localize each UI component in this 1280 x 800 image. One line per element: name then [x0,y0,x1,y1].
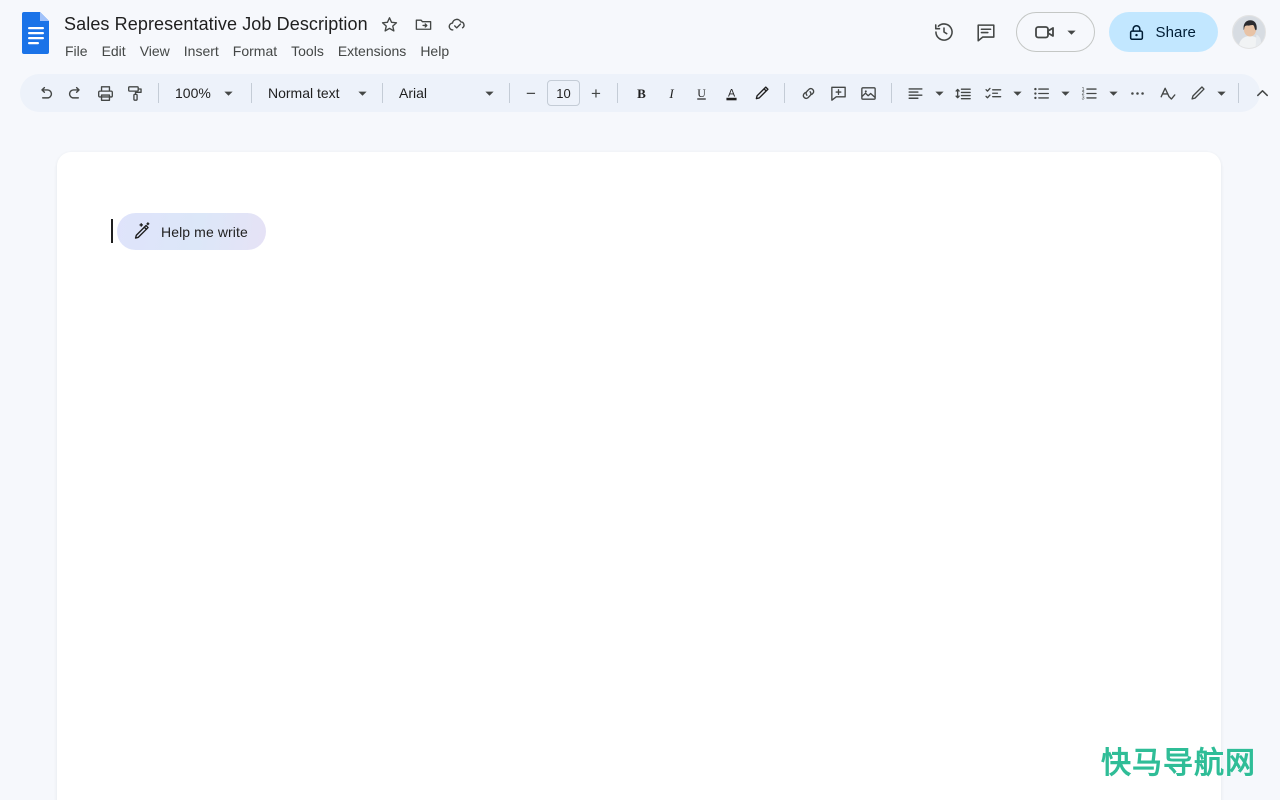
comment-history-icon[interactable] [966,12,1006,52]
toolbar-divider [158,83,159,103]
zoom-value: 100% [175,85,211,101]
version-history-icon[interactable] [924,12,964,52]
help-me-write-button[interactable]: Help me write [117,213,266,250]
print-icon[interactable] [90,78,120,108]
chevron-down-icon[interactable] [1056,84,1074,102]
chevron-down-icon [219,84,237,102]
app-header: Sales Representative Job Description Fil… [0,0,1280,64]
link-icon[interactable] [793,78,823,108]
site-watermark: 快马导航网 [1101,746,1256,781]
align-dropdown[interactable] [900,78,948,108]
font-family-dropdown[interactable]: Arial [391,78,501,108]
chevron-down-icon [480,84,498,102]
google-docs-window: Sales Representative Job Description Fil… [0,0,1280,800]
toolbar-divider [1238,83,1239,103]
star-icon[interactable] [378,12,402,36]
bulleted-list-icon[interactable] [1026,78,1056,108]
paragraph-style-dropdown[interactable]: Normal text [260,78,374,108]
bulleted-list-dropdown[interactable] [1026,78,1074,108]
share-label: Share [1155,23,1196,41]
undo-icon[interactable] [30,78,60,108]
font-size-decrease-button[interactable]: − [518,80,544,106]
highlight-pen-icon[interactable] [746,78,776,108]
menu-bar: File Edit View Insert Format Tools Exten… [58,39,470,63]
menu-item-format[interactable]: Format [226,39,284,63]
add-comment-icon[interactable] [823,78,853,108]
menu-item-edit[interactable]: Edit [95,39,133,63]
title-row: Sales Representative Job Description [64,10,470,38]
underline-button[interactable]: U [686,78,716,108]
align-left-icon[interactable] [900,78,930,108]
toolbar-divider [251,83,252,103]
toolbar-divider [891,83,892,103]
user-avatar[interactable] [1232,15,1266,49]
checklist-dropdown[interactable] [978,78,1026,108]
docs-document-icon[interactable] [18,11,54,55]
text-color-icon[interactable]: A [716,78,746,108]
insert-image-icon[interactable] [853,78,883,108]
bold-button[interactable]: B [626,78,656,108]
text-cursor [111,219,113,243]
svg-text:B: B [637,85,646,100]
redo-icon[interactable] [60,78,90,108]
svg-text:A: A [727,87,735,99]
chevron-down-icon [1062,23,1080,41]
chevron-down-icon [353,84,371,102]
spellcheck-icon[interactable] [1152,78,1182,108]
font-size-input[interactable] [547,80,580,106]
document-title[interactable]: Sales Representative Job Description [64,12,368,36]
cloud-saved-icon[interactable] [446,12,470,36]
edit-pencil-icon[interactable] [1182,78,1212,108]
checklist-icon[interactable] [978,78,1008,108]
formatting-toolbar: 100% Normal text Arial − + [20,74,1268,112]
move-to-folder-icon[interactable] [412,12,436,36]
menu-item-view[interactable]: View [133,39,177,63]
numbered-list-icon[interactable]: 1 2 3 [1074,78,1104,108]
title-and-menu: Sales Representative Job Description Fil… [64,10,470,63]
lock-icon [1130,24,1144,40]
toolbar-divider [509,83,510,103]
chevron-down-icon[interactable] [1104,84,1122,102]
font-size-increase-button[interactable]: + [583,80,609,106]
document-page[interactable]: Help me write [57,152,1221,800]
menu-item-insert[interactable]: Insert [177,39,226,63]
svg-text:U: U [697,85,706,99]
chevron-up-icon[interactable] [1247,78,1277,108]
chevron-down-icon[interactable] [1212,84,1230,102]
chevron-down-icon[interactable] [930,84,948,102]
numbered-list-dropdown[interactable]: 1 2 3 [1074,78,1122,108]
chevron-down-icon[interactable] [1008,84,1026,102]
header-actions: Share [924,8,1266,56]
menu-item-help[interactable]: Help [413,39,456,63]
menu-item-tools[interactable]: Tools [284,39,331,63]
font-size-stepper: − + [518,80,609,106]
share-button[interactable]: Share [1109,12,1218,52]
editing-mode-dropdown[interactable] [1182,78,1230,108]
toolbar-divider [784,83,785,103]
svg-text:3: 3 [1081,95,1084,101]
magic-pen-icon [134,222,150,239]
menu-item-extensions[interactable]: Extensions [331,39,413,63]
toolbar-divider [617,83,618,103]
italic-button[interactable]: I [656,78,686,108]
font-family-value: Arial [399,85,428,101]
paragraph-style-value: Normal text [268,85,340,101]
line-spacing-icon[interactable] [948,78,978,108]
paint-format-icon[interactable] [120,78,150,108]
meet-button[interactable] [1016,12,1096,52]
zoom-dropdown[interactable]: 100% [167,78,243,108]
help-me-write-label: Help me write [161,223,248,240]
svg-text:I: I [668,85,674,100]
video-camera-icon [1035,26,1055,39]
toolbar-divider [382,83,383,103]
menu-item-file[interactable]: File [58,39,95,63]
more-horizontal-icon[interactable] [1122,78,1152,108]
